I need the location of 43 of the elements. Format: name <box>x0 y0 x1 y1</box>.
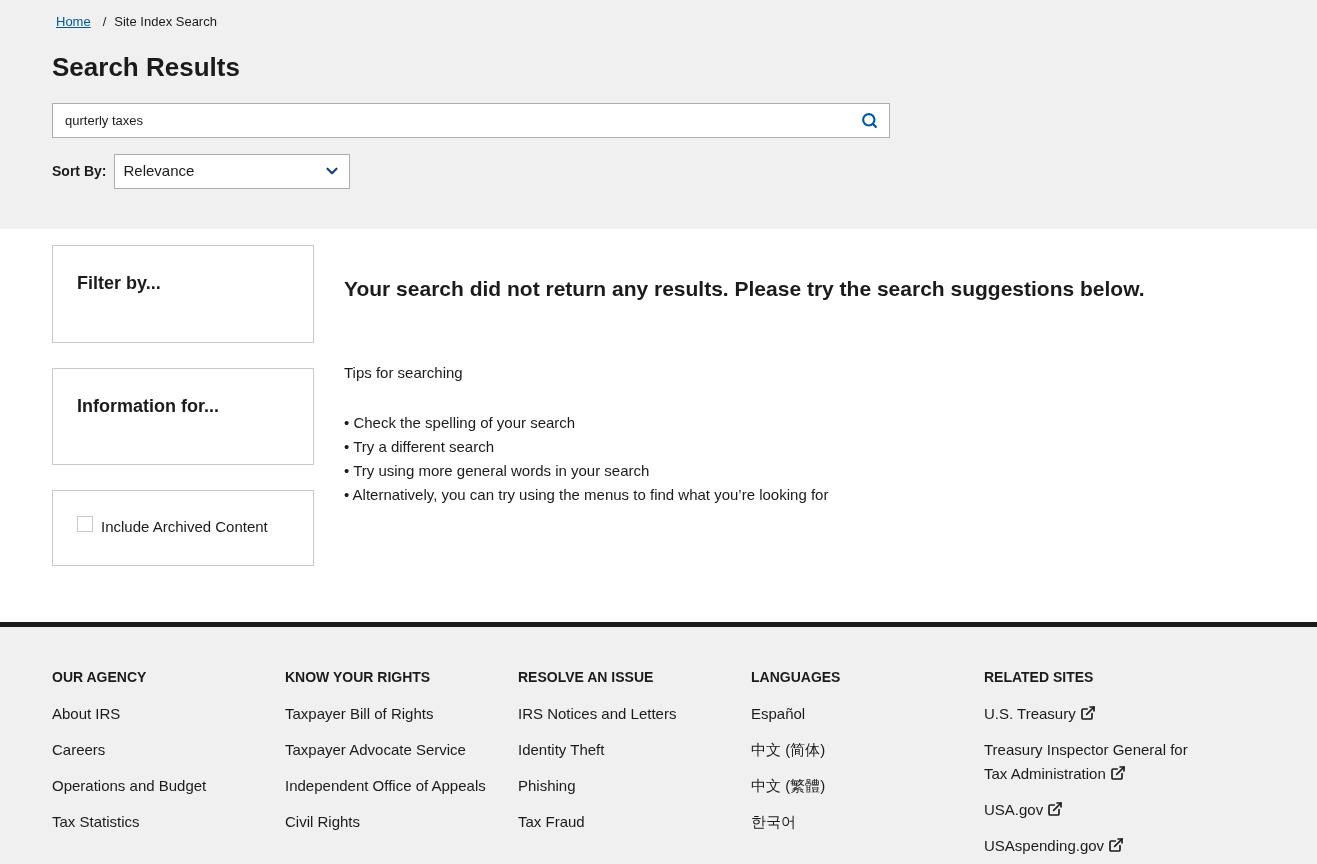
footer-heading: RELATED SITES <box>984 667 1095 687</box>
information-heading: Information for... <box>77 394 220 418</box>
search-field[interactable]: qurterly taxes <box>52 102 890 138</box>
tip-text: • Check the spelling of your search <box>344 412 577 433</box>
footer-link[interactable]: Taxpayer Advocate Service <box>285 737 502 762</box>
footer-link[interactable]: IRS Notices and Letters <box>518 701 735 726</box>
footer-link[interactable]: Careers <box>52 737 269 762</box>
footer-link[interactable]: Español <box>751 701 968 726</box>
footer-link[interactable]: About IRS <box>52 701 269 726</box>
tip-text: • Try a different search <box>344 436 496 457</box>
breadcrumb-current: Site Index Search <box>114 13 217 31</box>
footer-link[interactable]: Operations and Budget <box>52 773 269 798</box>
footer-link[interactable]: Independent Office of Appeals <box>285 773 502 798</box>
breadcrumb-link[interactable]: Home <box>52 12 95 32</box>
archive-checkbox[interactable] <box>77 515 93 532</box>
footer-heading: RESOLVE AN ISSUE <box>518 667 655 687</box>
footer-link[interactable]: Phishing <box>518 773 735 798</box>
sort-dropdown[interactable]: Relevance <box>114 153 351 189</box>
footer-link[interactable]: USAspending.gov <box>984 833 1201 858</box>
sort-label: Sort By: <box>52 161 107 181</box>
footer-link[interactable]: USA.gov <box>984 797 1201 822</box>
tip-text: • Try using more general words in your search <box>344 460 651 481</box>
no-results-message: Your search did not return any results. Please try the search suggestions below. <box>344 275 1146 302</box>
tip-text: • Alternatively, you can try using the menus to find what you’re looking for <box>344 484 830 505</box>
footer-link[interactable]: Tax Statistics <box>52 809 269 834</box>
tips-title: Tips for searching <box>344 363 464 383</box>
footer-link[interactable]: 한국어 <box>751 809 968 834</box>
breadcrumb-separator: / <box>102 13 107 31</box>
footer-link[interactable]: Identity Theft <box>518 737 735 762</box>
footer-heading: OUR AGENCY <box>52 667 148 687</box>
footer-link[interactable]: U.S. Treasury <box>984 701 1201 726</box>
archive-label: Include Archived Content <box>101 517 268 538</box>
footer-link[interactable]: Treasury Inspector General for Tax Administration <box>984 737 1201 786</box>
filter-heading: Filter by... <box>77 271 162 295</box>
search-icon[interactable] <box>861 111 878 129</box>
footer-link[interactable]: 中文 (简体) <box>751 737 968 762</box>
footer-link[interactable]: 中文 (繁體) <box>751 773 968 798</box>
footer-link[interactable]: Taxpayer Bill of Rights <box>285 701 502 726</box>
page-title: Search Results <box>52 50 241 84</box>
footer-heading: KNOW YOUR RIGHTS <box>285 667 432 687</box>
footer-heading: LANGUAGES <box>751 667 842 687</box>
footer-link[interactable]: Civil Rights <box>285 809 502 834</box>
footer-link[interactable]: Tax Fraud <box>518 809 735 834</box>
